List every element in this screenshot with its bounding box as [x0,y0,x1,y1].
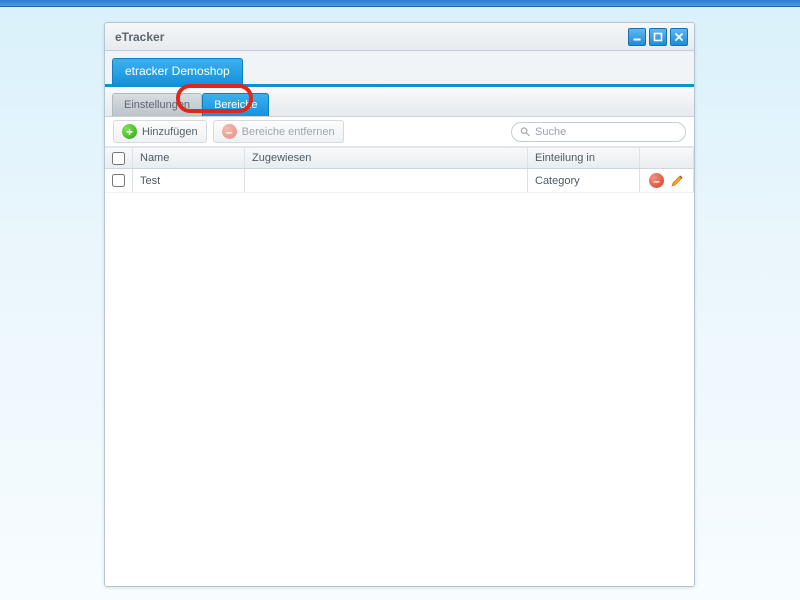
search-input[interactable] [535,126,677,138]
header-checkbox-cell [105,148,133,168]
maximize-icon [653,32,663,42]
etracker-window: eTracker etracker Demoshop Einstellungen… [104,22,695,587]
maximize-button[interactable] [649,28,667,46]
minus-icon: – [222,124,237,139]
row-division: Category [528,169,640,192]
grid-header: Name Zugewiesen Einteilung in [105,147,694,169]
shop-tabbar: etracker Demoshop [105,51,694,87]
minimize-button[interactable] [628,28,646,46]
header-name[interactable]: Name [133,148,245,168]
row-actions: – [640,169,694,192]
window-titlebar: eTracker [105,23,694,51]
plus-icon: + [122,124,137,139]
sub-tabbar: Einstellungen Bereiche [105,87,694,117]
tab-areas[interactable]: Bereiche [202,93,269,116]
row-assigned [245,169,528,192]
grid-body: Test Category – [105,169,694,586]
add-button[interactable]: + Hinzufügen [113,120,207,143]
close-icon [674,32,684,42]
search-box[interactable] [511,122,686,142]
select-all-checkbox[interactable] [112,152,125,165]
row-checkbox-cell [105,169,133,192]
close-button[interactable] [670,28,688,46]
delete-row-icon[interactable]: – [649,173,664,188]
search-icon [520,126,530,137]
add-button-label: Hinzufügen [142,126,198,138]
remove-areas-label: Bereiche entfernen [242,126,335,138]
row-checkbox[interactable] [112,174,125,187]
table-row: Test Category – [105,169,694,193]
desktop-top-stripe [0,0,800,7]
tab-settings[interactable]: Einstellungen [112,93,202,116]
window-controls [628,28,688,46]
window-title: eTracker [115,30,164,44]
minimize-icon [632,32,642,42]
shop-tab-demoshop[interactable]: etracker Demoshop [112,58,243,84]
row-name: Test [133,169,245,192]
edit-row-icon[interactable] [670,174,684,188]
toolbar: + Hinzufügen – Bereiche entfernen [105,117,694,147]
header-actions [640,148,694,168]
header-division[interactable]: Einteilung in [528,148,640,168]
header-assigned[interactable]: Zugewiesen [245,148,528,168]
remove-areas-button[interactable]: – Bereiche entfernen [213,120,344,143]
